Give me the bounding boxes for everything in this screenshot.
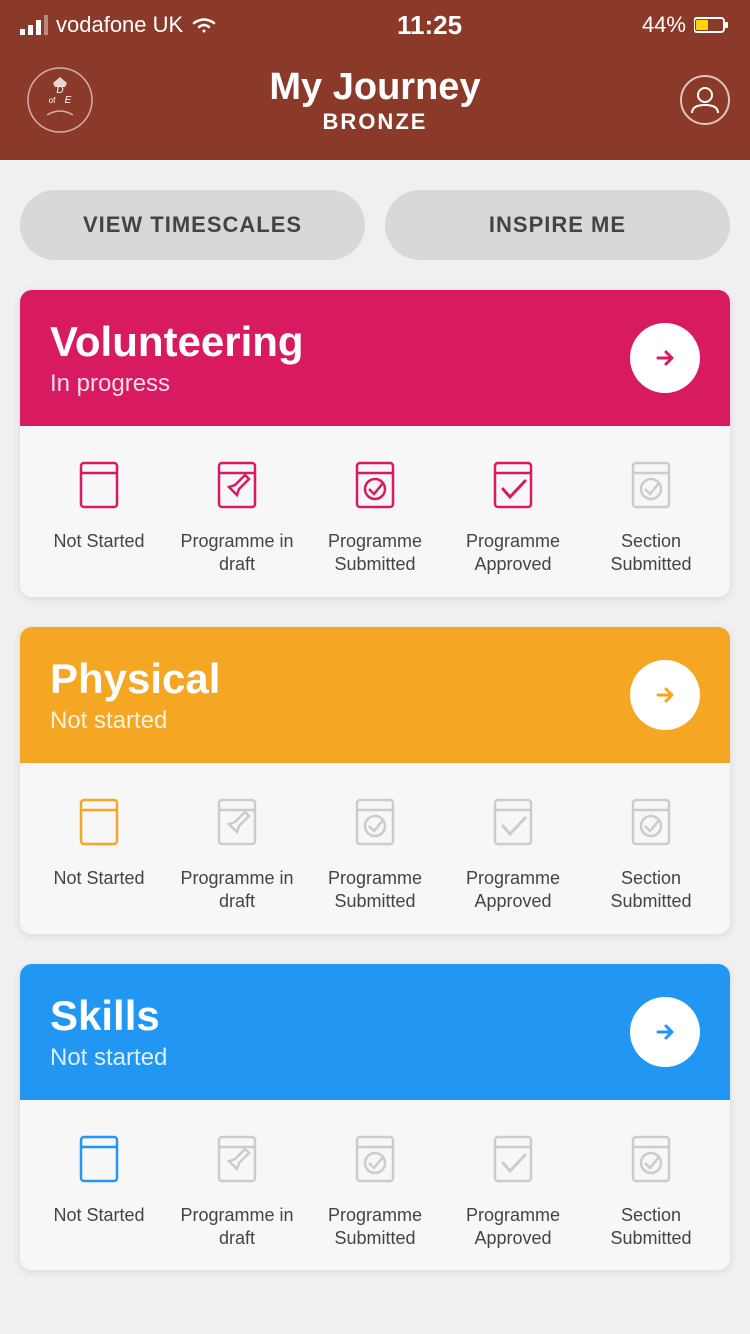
skills-section-submitted-icon <box>616 1124 686 1194</box>
phys-section-submitted-icon <box>616 787 686 857</box>
vol-status-not-started: Not Started <box>30 450 168 553</box>
svg-text:E: E <box>65 95 72 106</box>
skills-arrow[interactable] <box>630 997 700 1067</box>
phys-status-not-started: Not Started <box>30 787 168 890</box>
phys-not-started-icon <box>64 787 134 857</box>
vol-approved-icon <box>478 450 548 520</box>
skills-approved-label: Programme Approved <box>444 1204 582 1251</box>
main-content: VIEW TIMESCALES INSPIRE ME Volunteering … <box>0 160 750 1310</box>
volunteering-title: Volunteering <box>50 318 304 366</box>
vol-section-submitted-label: Section Submitted <box>582 530 720 577</box>
status-time: 11:25 <box>397 10 462 41</box>
physical-arrow[interactable] <box>630 660 700 730</box>
battery-percent: 44% <box>642 12 686 38</box>
skills-draft-label: Programme in draft <box>168 1204 306 1251</box>
physical-title: Physical <box>50 655 220 703</box>
phys-not-started-label: Not Started <box>53 867 144 890</box>
carrier-text: vodafone UK <box>56 12 183 38</box>
phys-approved-label: Programme Approved <box>444 867 582 914</box>
skills-submitted-label: Programme Submitted <box>306 1204 444 1251</box>
volunteering-card: Volunteering In progress Not Started <box>20 290 730 597</box>
skills-submitted-icon <box>340 1124 410 1194</box>
phys-draft-label: Programme in draft <box>168 867 306 914</box>
phys-status-programme-draft: Programme in draft <box>168 787 306 914</box>
wifi-icon <box>191 15 217 35</box>
skills-header-text: Skills Not started <box>50 992 167 1072</box>
skills-status-section-submitted: Section Submitted <box>582 1124 720 1251</box>
svg-text:of: of <box>49 96 56 105</box>
physical-status: Not started <box>50 707 220 735</box>
skills-draft-icon <box>202 1124 272 1194</box>
physical-card: Physical Not started Not Started <box>20 627 730 934</box>
physical-status-row: Not Started Programme in draft <box>20 763 730 934</box>
vol-not-started-icon <box>64 450 134 520</box>
app-header: D of E My Journey BRONZE <box>0 50 750 160</box>
dofe-logo-icon: D of E <box>25 65 95 135</box>
skills-status-not-started: Not Started <box>30 1124 168 1227</box>
phys-submitted-icon <box>340 787 410 857</box>
battery-icon <box>694 15 730 35</box>
view-timescales-button[interactable]: VIEW TIMESCALES <box>20 190 365 260</box>
vol-not-started-label: Not Started <box>53 530 144 553</box>
page-title: My Journey <box>269 66 480 109</box>
skills-card: Skills Not started Not Started <box>20 964 730 1271</box>
vol-draft-label: Programme in draft <box>168 530 306 577</box>
skills-status-programme-draft: Programme in draft <box>168 1124 306 1251</box>
skills-approved-icon <box>478 1124 548 1194</box>
arrow-right-icon <box>648 678 682 712</box>
phys-status-programme-submitted: Programme Submitted <box>306 787 444 914</box>
volunteering-header[interactable]: Volunteering In progress <box>20 290 730 426</box>
vol-approved-label: Programme Approved <box>444 530 582 577</box>
volunteering-arrow[interactable] <box>630 323 700 393</box>
action-buttons-row: VIEW TIMESCALES INSPIRE ME <box>20 190 730 260</box>
vol-submitted-icon <box>340 450 410 520</box>
skills-section-submitted-label: Section Submitted <box>582 1204 720 1251</box>
app-logo: D of E <box>20 60 100 140</box>
vol-status-programme-submitted: Programme Submitted <box>306 450 444 577</box>
vol-draft-icon <box>202 450 272 520</box>
skills-status-programme-submitted: Programme Submitted <box>306 1124 444 1251</box>
vol-status-programme-approved: Programme Approved <box>444 450 582 577</box>
volunteering-header-text: Volunteering In progress <box>50 318 304 398</box>
skills-header[interactable]: Skills Not started <box>20 964 730 1100</box>
vol-section-submitted-icon <box>616 450 686 520</box>
phys-section-submitted-label: Section Submitted <box>582 867 720 914</box>
person-icon <box>690 85 720 115</box>
inspire-me-button[interactable]: INSPIRE ME <box>385 190 730 260</box>
skills-title: Skills <box>50 992 167 1040</box>
volunteering-status: In progress <box>50 370 304 398</box>
physical-header-text: Physical Not started <box>50 655 220 735</box>
arrow-right-icon <box>648 341 682 375</box>
phys-approved-icon <box>478 787 548 857</box>
volunteering-status-row: Not Started Programme in draft <box>20 426 730 597</box>
status-bar: vodafone UK 11:25 44% <box>0 0 750 50</box>
page-subtitle: BRONZE <box>269 109 480 135</box>
skills-not-started-icon <box>64 1124 134 1194</box>
skills-status-programme-approved: Programme Approved <box>444 1124 582 1251</box>
skills-not-started-label: Not Started <box>53 1204 144 1227</box>
status-left: vodafone UK <box>20 12 217 38</box>
header-title-group: My Journey BRONZE <box>269 66 480 135</box>
skills-status-row: Not Started Programme in draft <box>20 1100 730 1271</box>
vol-submitted-label: Programme Submitted <box>306 530 444 577</box>
signal-icon <box>20 15 48 35</box>
vol-status-programme-draft: Programme in draft <box>168 450 306 577</box>
physical-header[interactable]: Physical Not started <box>20 627 730 763</box>
phys-status-section-submitted: Section Submitted <box>582 787 720 914</box>
status-right: 44% <box>642 12 730 38</box>
vol-status-section-submitted: Section Submitted <box>582 450 720 577</box>
profile-icon[interactable] <box>680 75 730 125</box>
skills-status: Not started <box>50 1044 167 1072</box>
phys-submitted-label: Programme Submitted <box>306 867 444 914</box>
phys-status-programme-approved: Programme Approved <box>444 787 582 914</box>
arrow-right-icon <box>648 1015 682 1049</box>
phys-draft-icon <box>202 787 272 857</box>
profile-area[interactable] <box>650 75 730 125</box>
